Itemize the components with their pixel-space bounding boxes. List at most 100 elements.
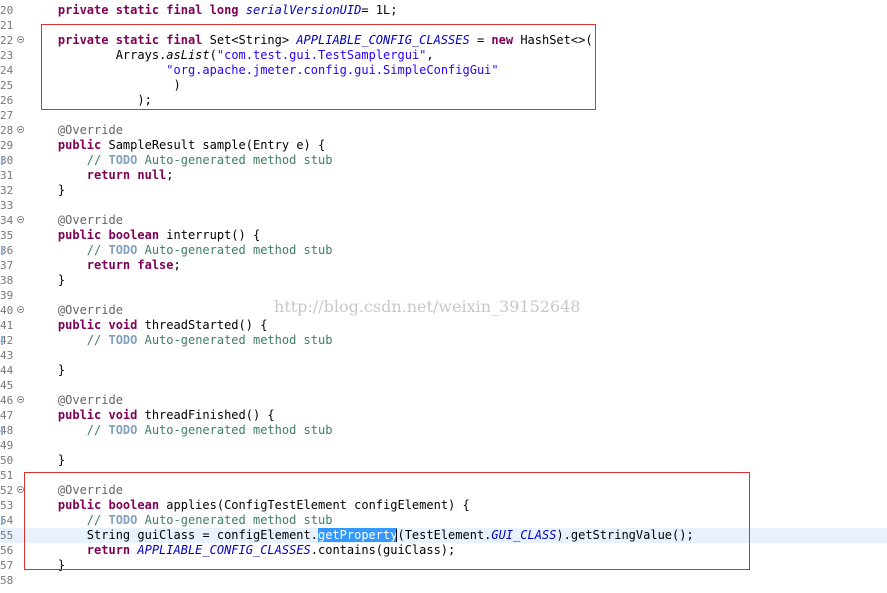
code-line[interactable]: 44 } xyxy=(0,363,887,378)
code-text[interactable]: return APPLIABLE_CONFIG_CLASSES.contains… xyxy=(29,543,455,558)
code-line[interactable]: 32 } xyxy=(0,183,887,198)
code-line[interactable]: 47 public void threadFinished() { xyxy=(0,408,887,423)
code-line[interactable]: 50 } xyxy=(0,453,887,468)
line-number-text: 47 xyxy=(0,409,14,422)
code-line[interactable]: 48 // TODO Auto-generated method stub xyxy=(0,423,887,438)
code-token: (TestElement. xyxy=(397,528,492,542)
code-text[interactable]: Arrays.asList("com.test.gui.TestSamplerg… xyxy=(29,48,434,63)
line-number-text: 28 xyxy=(0,124,14,137)
code-token: "com.test.gui.TestSamplergui" xyxy=(216,48,427,62)
code-text[interactable]: private static final Set<String> APPLIAB… xyxy=(29,33,593,48)
code-text[interactable]: // TODO Auto-generated method stub xyxy=(29,513,333,528)
code-line[interactable]: 49 xyxy=(0,438,887,453)
code-line[interactable]: 45 xyxy=(0,378,887,393)
code-line[interactable]: 55 String guiClass = configElement.getPr… xyxy=(0,528,887,543)
collapse-fold-icon[interactable] xyxy=(17,36,24,43)
code-line[interactable]: 23 Arrays.asList("com.test.gui.TestSampl… xyxy=(0,48,887,63)
code-text[interactable]: return false; xyxy=(29,258,181,273)
code-line[interactable]: 37 return false; xyxy=(0,258,887,273)
line-number: 38 xyxy=(0,273,26,288)
code-line[interactable]: 56 return APPLIABLE_CONFIG_CLASSES.conta… xyxy=(0,543,887,558)
code-text[interactable]: // TODO Auto-generated method stub xyxy=(29,153,333,168)
code-line[interactable]: 22 private static final Set<String> APPL… xyxy=(0,33,887,48)
line-number-text: 29 xyxy=(0,139,14,152)
code-line[interactable]: 34 @Override xyxy=(0,213,887,228)
code-text[interactable]: @Override xyxy=(29,393,123,408)
code-line[interactable]: 51 xyxy=(0,468,887,483)
code-text[interactable]: @Override xyxy=(29,303,123,318)
line-number: 47 xyxy=(0,408,26,423)
line-number: 30 xyxy=(0,153,26,168)
code-line[interactable]: 43 xyxy=(0,348,887,363)
task-marker-icon xyxy=(1,156,3,165)
code-token: ; xyxy=(166,168,174,182)
collapse-fold-icon[interactable] xyxy=(17,486,24,493)
code-token: ) xyxy=(29,78,181,92)
code-line[interactable]: 38 } xyxy=(0,273,887,288)
collapse-fold-icon[interactable] xyxy=(17,216,24,223)
code-text[interactable]: // TODO Auto-generated method stub xyxy=(29,243,333,258)
collapse-fold-icon[interactable] xyxy=(17,306,24,313)
code-text[interactable]: public SampleResult sample(Entry e) { xyxy=(29,138,325,153)
code-line[interactable]: 57 } xyxy=(0,558,887,573)
line-number-text: 35 xyxy=(0,229,14,242)
code-text[interactable]: ) xyxy=(29,78,181,93)
code-text[interactable]: } xyxy=(29,183,65,198)
code-text[interactable]: public boolean interrupt() { xyxy=(29,228,260,243)
code-text[interactable]: @Override xyxy=(29,123,123,138)
code-text[interactable]: } xyxy=(29,363,65,378)
code-text[interactable]: public boolean applies(ConfigTestElement… xyxy=(29,498,470,513)
line-number: 43 xyxy=(0,348,26,363)
code-line[interactable]: 27 xyxy=(0,108,887,123)
code-line[interactable]: 58 xyxy=(0,573,887,588)
code-line[interactable]: 30 // TODO Auto-generated method stub xyxy=(0,153,887,168)
code-text[interactable]: // TODO Auto-generated method stub xyxy=(29,423,333,438)
code-token: TODO xyxy=(108,243,138,257)
line-number: 56 xyxy=(0,543,26,558)
line-number-text: 56 xyxy=(0,544,14,557)
line-number-text: 53 xyxy=(0,499,14,512)
code-text[interactable]: public void threadStarted() { xyxy=(29,318,268,333)
code-line[interactable]: 33 xyxy=(0,198,887,213)
code-text[interactable]: return null; xyxy=(29,168,174,183)
code-text[interactable]: public void threadFinished() { xyxy=(29,408,275,423)
code-token: return null xyxy=(29,168,167,182)
code-text[interactable]: } xyxy=(29,453,65,468)
code-text[interactable]: } xyxy=(29,558,65,573)
code-text[interactable]: ); xyxy=(29,93,151,108)
code-token: = xyxy=(469,33,492,47)
code-text[interactable]: @Override xyxy=(29,213,123,228)
collapse-fold-icon[interactable] xyxy=(17,396,24,403)
code-token: private static final xyxy=(29,33,210,47)
line-number-text: 57 xyxy=(0,559,14,572)
code-text[interactable]: } xyxy=(29,273,65,288)
code-line[interactable]: 36 // TODO Auto-generated method stub xyxy=(0,243,887,258)
code-token: = 1L; xyxy=(361,3,398,17)
code-line[interactable]: 42 // TODO Auto-generated method stub xyxy=(0,333,887,348)
code-line[interactable]: 53 public boolean applies(ConfigTestElem… xyxy=(0,498,887,513)
code-line[interactable]: 20 private static final long serialVersi… xyxy=(0,3,887,18)
code-line[interactable]: 54 // TODO Auto-generated method stub xyxy=(0,513,887,528)
collapse-fold-icon[interactable] xyxy=(17,126,24,133)
code-line[interactable]: 52 @Override xyxy=(0,483,887,498)
code-text[interactable]: @Override xyxy=(29,483,123,498)
code-line[interactable]: 41 public void threadStarted() { xyxy=(0,318,887,333)
line-number: 58 xyxy=(0,573,26,588)
code-line[interactable]: 46 @Override xyxy=(0,393,887,408)
code-line[interactable]: 35 public boolean interrupt() { xyxy=(0,228,887,243)
code-line[interactable]: 26 ); xyxy=(0,93,887,108)
code-line[interactable]: 29 public SampleResult sample(Entry e) { xyxy=(0,138,887,153)
code-text[interactable]: private static final long serialVersionU… xyxy=(29,3,398,18)
code-text[interactable]: String guiClass = configElement.getPrope… xyxy=(29,528,694,543)
line-number-text: 20 xyxy=(0,4,14,17)
code-line[interactable]: 24 "org.apache.jmeter.config.gui.SimpleC… xyxy=(0,63,887,78)
code-text[interactable]: // TODO Auto-generated method stub xyxy=(29,333,333,348)
code-line[interactable]: 25 ) xyxy=(0,78,887,93)
code-line[interactable]: 28 @Override xyxy=(0,123,887,138)
code-line[interactable]: 31 return null; xyxy=(0,168,887,183)
code-line[interactable]: 21 xyxy=(0,18,887,33)
line-number-text: 41 xyxy=(0,319,14,332)
code-text[interactable]: "org.apache.jmeter.config.gui.SimpleConf… xyxy=(29,63,498,78)
line-number: 37 xyxy=(0,258,26,273)
line-number-text: 37 xyxy=(0,259,14,272)
